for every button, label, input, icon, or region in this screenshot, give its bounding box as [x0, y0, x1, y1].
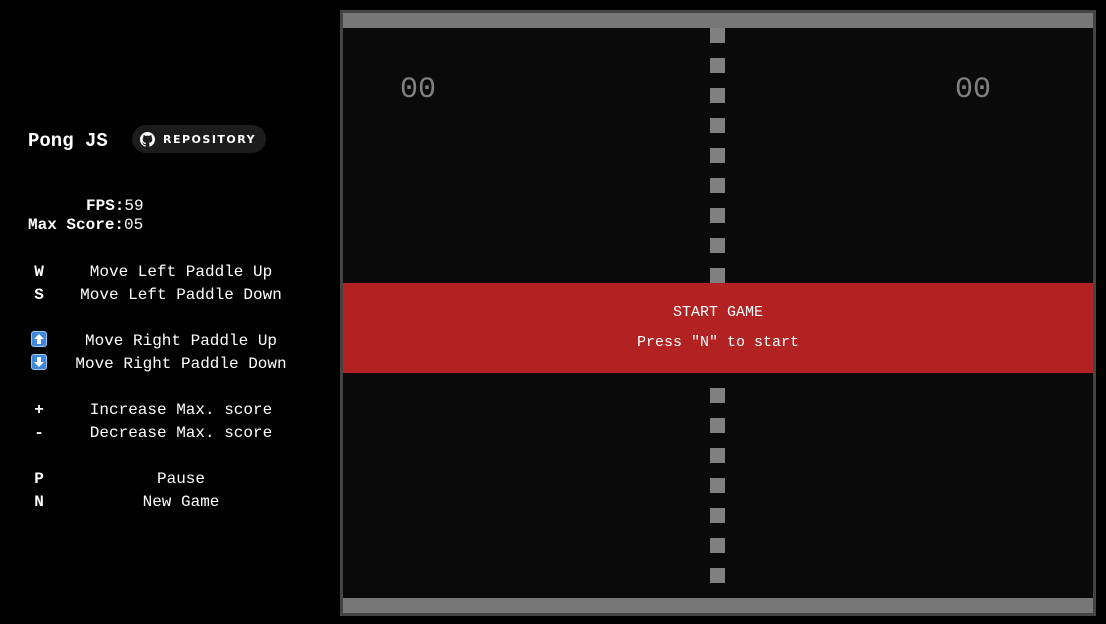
- key-w: W: [34, 263, 44, 281]
- net-dash: [710, 268, 725, 283]
- net-dash: [710, 58, 725, 73]
- net-dash: [710, 508, 725, 523]
- control-desc-down: Move Right Paddle Down: [75, 355, 287, 373]
- net-dash: [710, 538, 725, 553]
- control-desc-plus: Increase Max. score: [89, 401, 273, 419]
- game-board[interactable]: 00 00 START GAME Press "N" to start: [340, 10, 1096, 616]
- net-dash: [710, 148, 725, 163]
- net-dash: [710, 418, 725, 433]
- repository-button[interactable]: REPOSITORY: [132, 125, 267, 153]
- net-dash: [710, 478, 725, 493]
- start-game-hint: Press "N" to start: [636, 334, 800, 351]
- net-dash: [710, 28, 725, 43]
- net-dash: [710, 88, 725, 103]
- top-wall: [343, 13, 1093, 28]
- left-score: 00: [400, 73, 437, 107]
- fps-readout: FPS:59: [86, 197, 144, 215]
- net-dash: [710, 388, 725, 403]
- down-arrow-icon: [31, 354, 47, 370]
- right-score: 00: [955, 73, 992, 107]
- control-desc-up: Move Right Paddle Up: [84, 332, 278, 350]
- control-desc-n: New Game: [142, 493, 220, 511]
- net-dash: [710, 178, 725, 193]
- github-icon: [140, 131, 155, 147]
- sidebar: Pong JS REPOSITORY FPS:59 Max Score:05 W…: [0, 0, 330, 624]
- key-s: S: [34, 286, 44, 304]
- control-desc-w: Move Left Paddle Up: [89, 263, 273, 281]
- net-dash: [710, 448, 725, 463]
- net-dash: [710, 118, 725, 133]
- net-dash: [710, 568, 725, 583]
- fps-value: 59: [124, 197, 144, 215]
- app-title: Pong JS: [28, 130, 108, 152]
- key-plus: +: [34, 401, 44, 419]
- max-score-value: 05: [124, 216, 144, 234]
- control-desc-p: Pause: [156, 470, 205, 488]
- key-up: [28, 331, 50, 352]
- key-minus: -: [34, 424, 44, 442]
- start-game-title: START GAME: [672, 304, 763, 321]
- playfield: 00 00 START GAME Press "N" to start: [343, 13, 1093, 613]
- repository-label: REPOSITORY: [163, 132, 257, 146]
- up-arrow-icon: [31, 331, 47, 347]
- net-dash: [710, 208, 725, 223]
- bottom-wall: [343, 598, 1093, 613]
- max-score-label: Max Score:: [28, 216, 125, 234]
- net-dash: [710, 238, 725, 253]
- key-n: N: [34, 493, 44, 511]
- key-down: [28, 354, 50, 375]
- control-desc-s: Move Left Paddle Down: [80, 286, 282, 304]
- max-score-readout: Max Score:05: [28, 216, 143, 234]
- key-p: P: [34, 470, 44, 488]
- control-desc-minus: Decrease Max. score: [89, 424, 273, 442]
- fps-label: FPS:: [86, 197, 125, 215]
- start-game-banner: START GAME Press "N" to start: [343, 283, 1093, 373]
